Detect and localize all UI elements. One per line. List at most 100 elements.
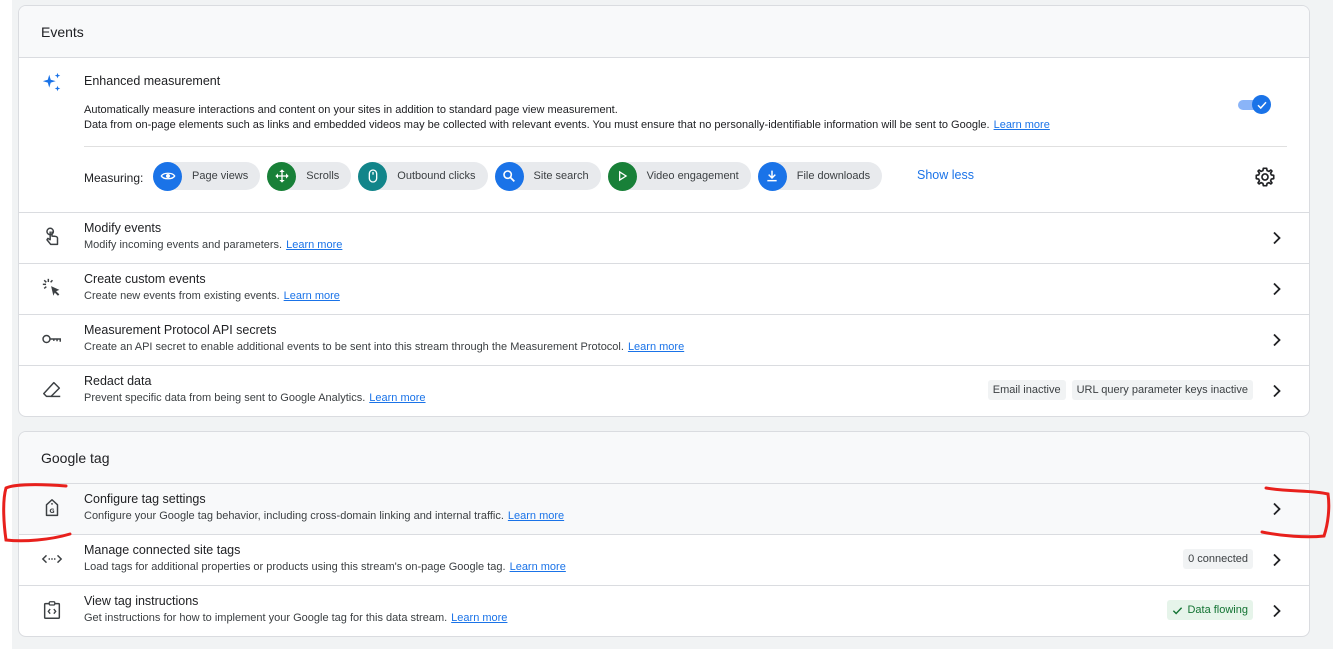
data-flowing-tag: Data flowing [1167, 600, 1253, 620]
chip-icon-circle [358, 161, 388, 191]
chip-file-downloads[interactable]: File downloads [757, 161, 883, 191]
row-desc: Modify incoming events and parameters. Le… [84, 239, 342, 251]
chip-label: Outbound clicks [397, 170, 476, 182]
chevron-right-icon[interactable] [1269, 551, 1285, 569]
gear-icon[interactable] [1254, 166, 1276, 188]
chip-icon-circle [494, 161, 524, 191]
chevron-right-icon[interactable] [1269, 280, 1285, 298]
search-icon [503, 170, 515, 182]
row-desc: Create new events from existing events. L… [84, 290, 340, 302]
code-arrows-icon [41, 548, 63, 570]
eraser-icon [41, 379, 63, 401]
row-desc: Configure your Google tag behavior, incl… [84, 510, 564, 522]
code-clipboard-icon [41, 599, 63, 621]
url-query-status-tag: URL query parameter keys inactive [1071, 380, 1253, 400]
cursor-click-icon [41, 277, 63, 299]
eye-icon [160, 172, 175, 180]
measuring-chips: Page views Scrolls Outbound clicks Site … [153, 161, 883, 191]
mouse-icon [368, 169, 378, 183]
chip-icon-circle [757, 161, 787, 191]
show-less-link[interactable]: Show less [917, 168, 974, 182]
row-desc-text: Load tags for additional properties or p… [84, 561, 506, 573]
chevron-right-icon[interactable] [1269, 602, 1285, 620]
enhanced-measurement-desc-2: Data from on-page elements such as links… [84, 119, 1050, 131]
learn-more-link[interactable]: Learn more [451, 612, 507, 624]
row-desc: Create an API secret to enable additiona… [84, 341, 684, 353]
learn-more-link[interactable]: Learn more [369, 392, 425, 404]
row-title: Measurement Protocol API secrets [84, 323, 277, 337]
google-tag-header: Google tag [19, 432, 1309, 484]
status-tags: Data flowing [1167, 600, 1253, 620]
learn-more-link[interactable]: Learn more [284, 290, 340, 302]
row-create-custom-events[interactable]: Create custom events Create new events f… [19, 264, 1309, 315]
enhanced-measurement-desc-1: Automatically measure interactions and c… [84, 104, 618, 116]
row-modify-events[interactable]: Modify events Modify incoming events and… [19, 213, 1309, 264]
row-desc: Load tags for additional properties or p… [84, 561, 566, 573]
chip-page-views[interactable]: Page views [153, 161, 261, 191]
row-redact-data[interactable]: Redact data Prevent specific data from b… [19, 366, 1309, 416]
events-card: Events Enhanced measurement Automaticall… [18, 5, 1310, 417]
chip-outbound-clicks[interactable]: Outbound clicks [358, 161, 488, 191]
row-desc-text: Prevent specific data from being sent to… [84, 392, 366, 404]
touch-icon [41, 226, 63, 248]
chip-icon-circle [267, 161, 297, 191]
chip-icon-circle [607, 161, 637, 191]
tag-icon: G [41, 497, 63, 519]
row-title: Manage connected site tags [84, 543, 241, 557]
status-tags: Email inactive URL query parameter keys … [987, 380, 1253, 400]
row-desc: Get instructions for how to implement yo… [84, 612, 507, 624]
data-flowing-label: Data flowing [1187, 604, 1248, 616]
row-desc-text: Modify incoming events and parameters. [84, 239, 283, 251]
chip-icon-circle [153, 161, 182, 191]
learn-more-link[interactable]: Learn more [286, 239, 342, 251]
email-status-tag: Email inactive [987, 380, 1066, 400]
row-desc: Prevent specific data from being sent to… [84, 392, 426, 404]
download-icon [767, 170, 777, 182]
row-title: Redact data [84, 374, 152, 388]
enhanced-measurement-title: Enhanced measurement [84, 74, 221, 88]
row-configure-tag-settings[interactable]: G Configure tag settings Configure your … [19, 484, 1309, 535]
toggle-knob [1252, 95, 1271, 114]
chevron-right-icon[interactable] [1269, 331, 1285, 349]
sparkle-icon [42, 72, 61, 92]
chip-label: Video engagement [646, 170, 739, 182]
play-icon [619, 170, 628, 182]
enhanced-measurement-toggle[interactable] [1238, 94, 1272, 114]
row-manage-connected-site-tags[interactable]: Manage connected site tags Load tags for… [19, 535, 1309, 586]
chip-scrolls[interactable]: Scrolls [267, 161, 352, 191]
chip-site-search[interactable]: Site search [494, 161, 601, 191]
google-tag-card: Google tag G Configure tag settings Conf… [18, 431, 1310, 637]
chip-label: Page views [192, 170, 249, 182]
row-desc-text: Create new events from existing events. [84, 290, 280, 302]
row-title: Modify events [84, 221, 162, 235]
divider [84, 146, 1287, 147]
chip-video-engagement[interactable]: Video engagement [607, 161, 751, 191]
status-tags: 0 connected [1183, 549, 1253, 569]
learn-more-link[interactable]: Learn more [628, 341, 684, 353]
measuring-label: Measuring: [84, 171, 144, 185]
scroll-arrows-icon [275, 169, 289, 183]
key-icon [41, 328, 63, 350]
enhanced-measurement-desc-2-text: Data from on-page elements such as links… [84, 119, 990, 131]
connected-count-tag: 0 connected [1183, 549, 1253, 569]
chevron-right-icon[interactable] [1269, 229, 1285, 247]
chip-label: Site search [533, 170, 589, 182]
row-title: View tag instructions [84, 594, 199, 608]
chip-label: File downloads [796, 170, 871, 182]
chevron-right-icon[interactable] [1269, 500, 1285, 518]
row-measurement-protocol[interactable]: Measurement Protocol API secrets Create … [19, 315, 1309, 366]
learn-more-link[interactable]: Learn more [510, 561, 566, 573]
row-desc-text: Get instructions for how to implement yo… [84, 612, 448, 624]
enhanced-measurement-section: Enhanced measurement Automatically measu… [19, 58, 1309, 213]
chevron-right-icon[interactable] [1269, 382, 1285, 400]
row-view-tag-instructions[interactable]: View tag instructions Get instructions f… [19, 586, 1309, 636]
chip-label: Scrolls [306, 170, 340, 182]
row-title: Create custom events [84, 272, 206, 286]
events-header: Events [19, 6, 1309, 58]
check-icon [1256, 101, 1267, 109]
svg-text:G: G [49, 507, 54, 515]
check-icon [1173, 606, 1183, 614]
learn-more-link[interactable]: Learn more [508, 510, 564, 522]
learn-more-link[interactable]: Learn more [994, 119, 1050, 131]
row-title: Configure tag settings [84, 492, 206, 506]
